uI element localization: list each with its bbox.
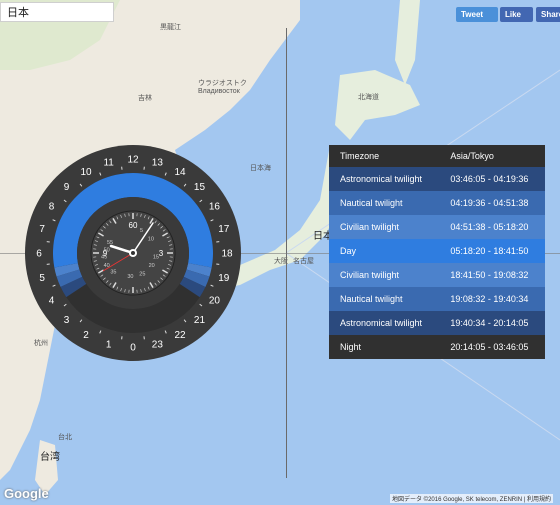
table-row: Civilian twilight 18:41:50 - 19:08:32 xyxy=(329,263,545,287)
hour-label: 18 xyxy=(221,249,233,260)
tweet-button[interactable]: Tweet xyxy=(456,7,498,22)
phase-label: Day xyxy=(340,246,357,256)
hour-label: 7 xyxy=(39,224,45,235)
dial-minute-number: 20 xyxy=(149,263,155,269)
map-label: 北海道 xyxy=(358,94,379,101)
dial-minute-number: 10 xyxy=(148,237,154,243)
phase-time: 05:18:20 - 18:41:50 xyxy=(450,246,529,256)
google-logo: Google xyxy=(4,486,49,501)
phase-label: Civilian twilight xyxy=(340,270,400,280)
phase-time: 19:40:34 - 20:14:05 xyxy=(450,318,529,328)
map-label: 黒龍江 xyxy=(160,24,181,31)
hour-label: 13 xyxy=(152,158,164,169)
hour-label: 19 xyxy=(218,273,230,284)
phase-label: Astronomical twilight xyxy=(340,318,423,328)
search-input[interactable]: 日本 xyxy=(0,2,114,22)
hour-label: 11 xyxy=(103,158,114,169)
clock-center-dot xyxy=(131,251,135,255)
phase-label: Nautical twilight xyxy=(340,198,403,208)
hour-label: 20 xyxy=(209,296,221,307)
map-label: 日本海 xyxy=(250,165,271,172)
share-button[interactable]: Share xyxy=(536,7,560,22)
map-label: 台北 xyxy=(58,434,72,441)
table-row: Nautical twilight 04:19:36 - 04:51:38 xyxy=(329,191,545,215)
sun-clock: 01234567891011 12 131415161718192021222360… xyxy=(25,145,241,361)
hour-label: 9 xyxy=(64,182,70,193)
hour-label: 4 xyxy=(49,296,55,307)
hour-label: 16 xyxy=(209,202,221,213)
hour-label: 3 xyxy=(64,315,70,326)
phase-time: 20:14:05 - 03:46:05 xyxy=(450,342,529,352)
dial-minute-number: 25 xyxy=(139,271,145,277)
hour-label: 23 xyxy=(152,339,164,350)
dial-minute-number: 45 xyxy=(101,254,107,260)
table-row: Day 05:18:20 - 18:41:50 xyxy=(329,239,545,263)
phase-time: 19:08:32 - 19:40:34 xyxy=(450,294,529,304)
dial-minute-number: 30 xyxy=(127,274,133,280)
hour-label: 2 xyxy=(83,330,89,341)
map-attribution[interactable]: 地図データ ©2016 Google, SK telecom, ZENRIN |… xyxy=(390,494,554,503)
header-label: Timezone xyxy=(329,145,440,167)
hour-label: 6 xyxy=(36,249,42,260)
share-label: Share xyxy=(541,10,560,19)
hour-label: 1 xyxy=(106,339,112,350)
phase-time: 03:46:05 - 04:19:36 xyxy=(450,174,529,184)
phase-label: Nautical twilight xyxy=(340,294,403,304)
phase-time: 04:19:36 - 04:51:38 xyxy=(450,198,529,208)
tweet-label: Tweet xyxy=(461,10,484,19)
dial-number: 3 xyxy=(159,249,164,258)
table-header-row: Timezone Asia/Tokyo xyxy=(329,145,545,167)
hour-label: 10 xyxy=(80,167,92,178)
hour-label: 15 xyxy=(194,182,206,193)
hour-label: 5 xyxy=(39,273,45,284)
hour-label: 14 xyxy=(174,167,186,178)
dial-minute-number: 50 xyxy=(104,248,110,254)
dial-minute-number: 35 xyxy=(110,270,116,276)
table-row: Astronomical twilight 03:46:05 - 04:19:36 xyxy=(329,167,545,191)
table-row: Nautical twilight 19:08:32 - 19:40:34 xyxy=(329,287,545,311)
table-row: Astronomical twilight 19:40:34 - 20:14:05 xyxy=(329,311,545,335)
dial-number: 60 xyxy=(129,221,138,230)
timezone-table: Timezone Asia/Tokyo Astronomical twiligh… xyxy=(329,145,545,359)
phase-time: 04:51:38 - 05:18:20 xyxy=(450,222,529,232)
phase-label: Civilian twilight xyxy=(340,222,400,232)
map-label: 吉林 xyxy=(138,95,152,102)
header-value: Asia/Tokyo xyxy=(439,145,545,167)
hour-label: 21 xyxy=(194,315,206,326)
like-button[interactable]: Like xyxy=(500,7,533,22)
hour-label: 8 xyxy=(49,202,55,213)
phase-time: 18:41:50 - 19:08:32 xyxy=(450,270,529,280)
dial-minute-number: 40 xyxy=(104,263,110,269)
map-label: Владивосток xyxy=(198,88,240,95)
phase-label: Astronomical twilight xyxy=(340,174,423,184)
dial-minute-number: 5 xyxy=(140,228,143,234)
dial-minute-number: 15 xyxy=(153,254,159,260)
table-row: Civilian twilight 04:51:38 - 05:18:20 xyxy=(329,215,545,239)
table-row: Night 20:14:05 - 03:46:05 xyxy=(329,335,545,359)
hour-label: 0 xyxy=(130,343,136,354)
map-label: 名古屋 xyxy=(293,258,314,265)
hour-label: 17 xyxy=(218,224,230,235)
dial-minute-number: 55 xyxy=(107,240,113,246)
like-label: Like xyxy=(505,10,522,19)
map-label: ウラジオストク xyxy=(198,80,247,87)
hour-label: 22 xyxy=(174,330,186,341)
map-label: 台湾 xyxy=(40,452,60,463)
hour-label: 12 xyxy=(127,155,139,166)
phase-label: Night xyxy=(340,342,362,352)
